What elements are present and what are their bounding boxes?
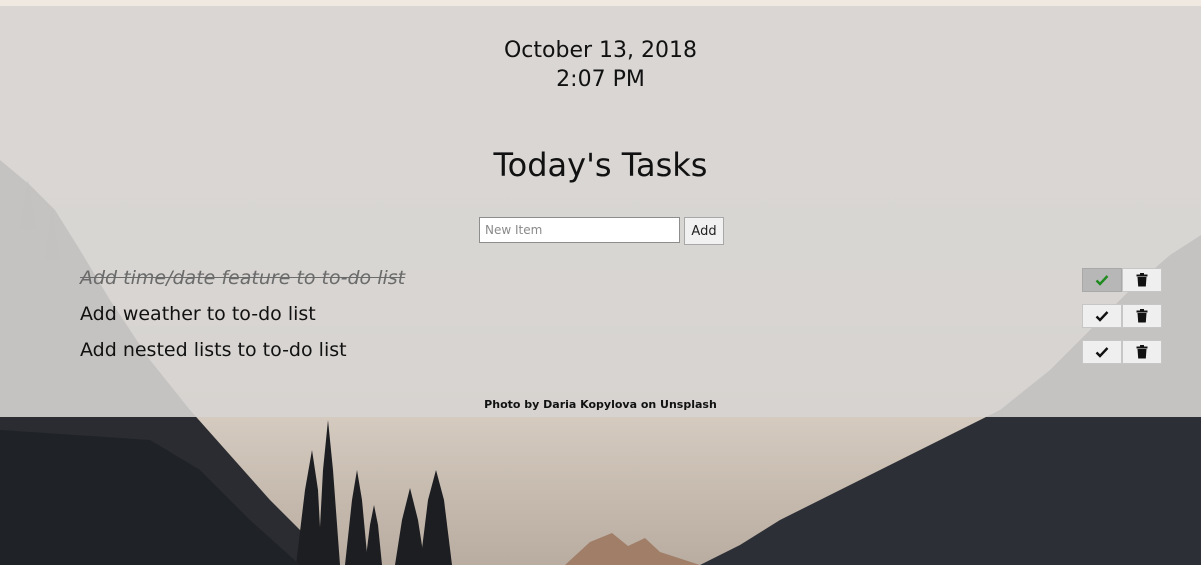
current-date: October 13, 2018 [503, 38, 697, 63]
distant-mountain [565, 533, 700, 565]
trash-icon [1136, 273, 1148, 287]
task-item: Add time/date feature to to-do list [80, 266, 1162, 302]
task-text: Add time/date feature to to-do list [80, 267, 406, 289]
new-item-input[interactable] [479, 217, 680, 243]
task-text: Add weather to to-do list [80, 303, 316, 325]
app-root: October 13, 2018 2:07 PM Today's Tasks A… [0, 0, 1201, 565]
delete-task-button[interactable] [1122, 268, 1162, 292]
task-item: Add weather to to-do list [80, 302, 1162, 338]
task-actions [1082, 268, 1162, 292]
task-text: Add nested lists to to-do list [80, 339, 347, 361]
task-item: Add nested lists to to-do list [80, 338, 1162, 374]
check-icon [1095, 311, 1109, 322]
delete-task-button[interactable] [1122, 340, 1162, 364]
current-time: 2:07 PM [556, 67, 645, 92]
datetime-display: October 13, 2018 2:07 PM [0, 36, 1201, 94]
photo-credit: Photo by Daria Kopylova on Unsplash [484, 398, 717, 411]
complete-task-button[interactable] [1082, 340, 1122, 364]
add-button[interactable]: Add [684, 217, 724, 245]
complete-task-button[interactable] [1082, 268, 1122, 292]
complete-task-button[interactable] [1082, 304, 1122, 328]
check-icon [1095, 347, 1109, 358]
delete-task-button[interactable] [1122, 304, 1162, 328]
task-actions [1082, 340, 1162, 364]
trash-icon [1136, 345, 1148, 359]
task-actions [1082, 304, 1162, 328]
page-title: Today's Tasks [493, 146, 708, 184]
trash-icon [1136, 309, 1148, 323]
content-panel: October 13, 2018 2:07 PM Today's Tasks A… [0, 6, 1201, 417]
check-icon [1095, 275, 1109, 286]
task-list: Add time/date feature to to-do list Add … [80, 266, 1162, 374]
add-item-form: Add [479, 217, 724, 245]
